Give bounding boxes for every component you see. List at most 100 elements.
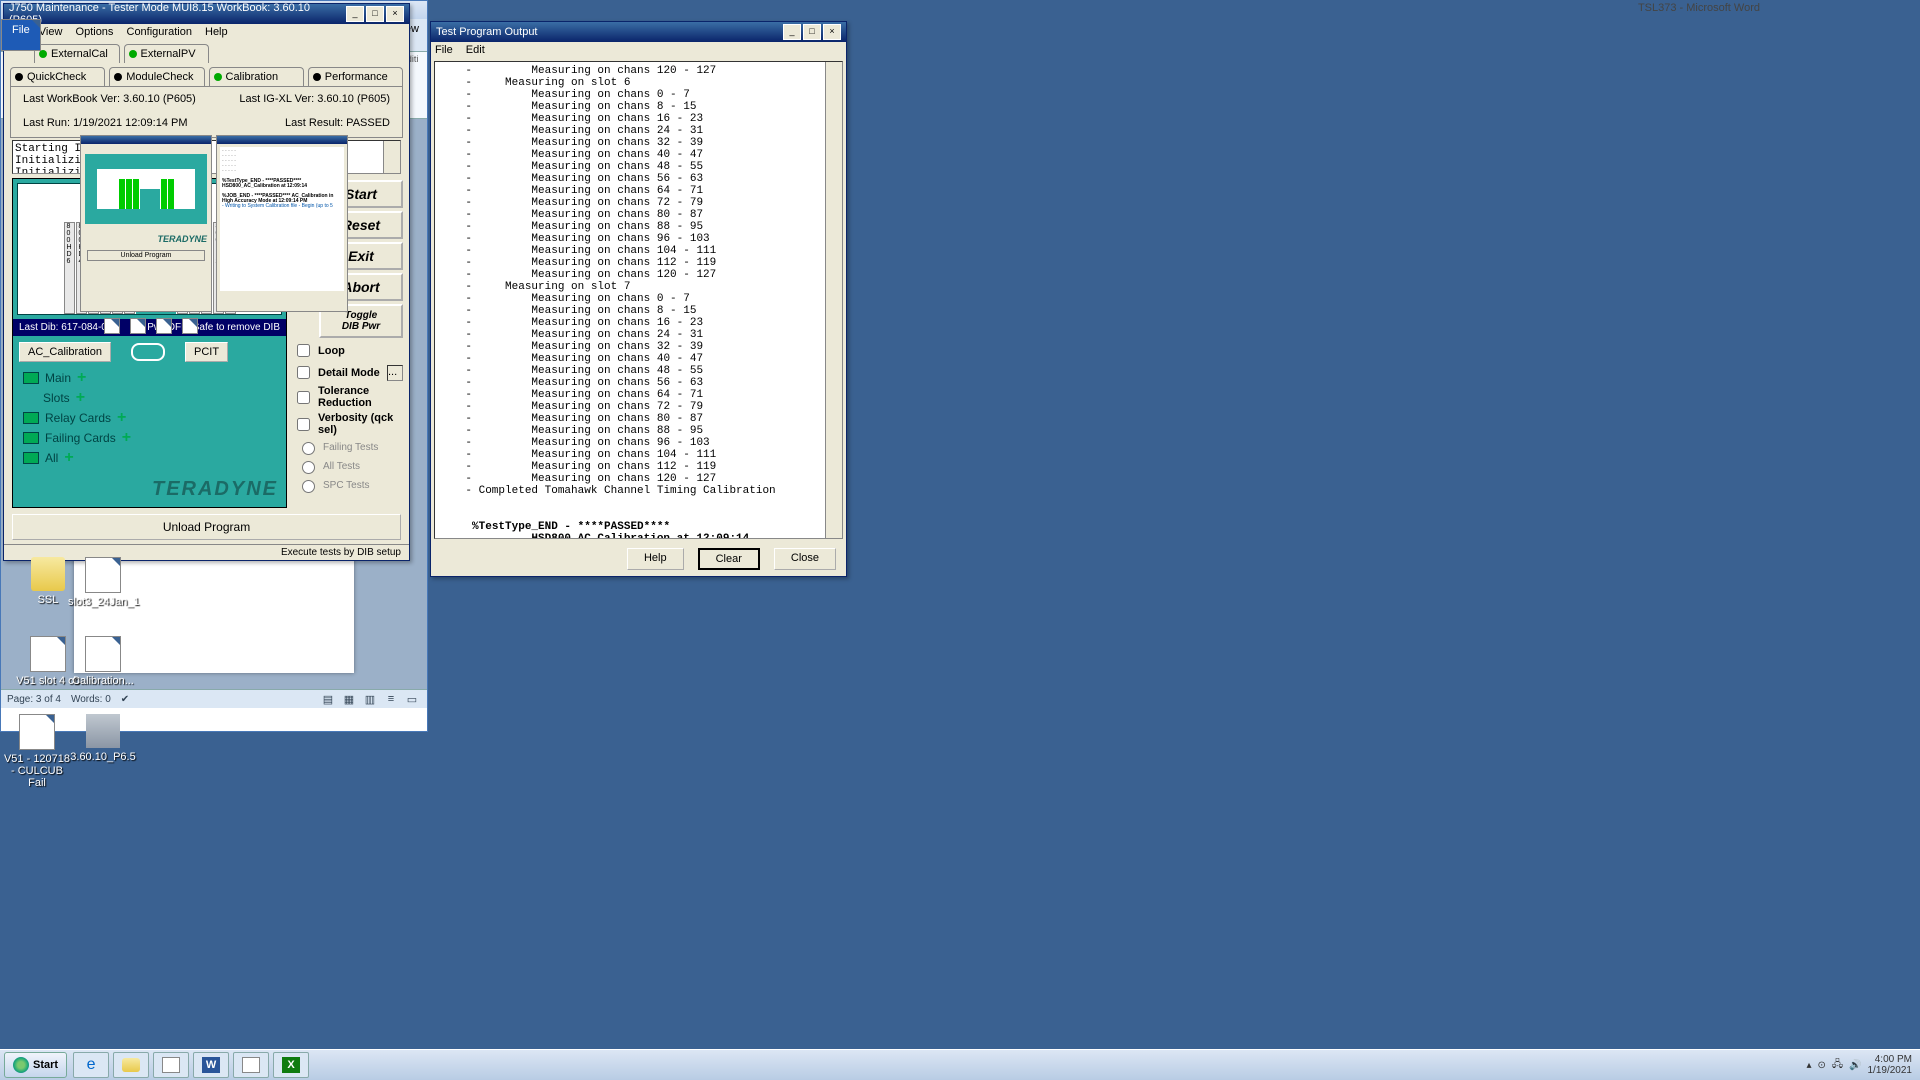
page-status: Page: 3 of 4 [7,694,61,705]
desktop-icon[interactable]: 3.60.10_P6.5 [68,714,138,763]
ie-icon: e [87,1056,96,1074]
radio-all-tests[interactable] [302,461,315,474]
menu-file[interactable]: File [435,44,453,56]
menu-view[interactable]: View [39,26,63,38]
tolerance-checkbox[interactable] [297,391,310,404]
embedded-output-thumb: - - - - -- - - - -- - - - -- - - - -- - … [216,135,348,312]
task-app2[interactable] [233,1052,269,1078]
output-menubar: File Edit [431,42,846,58]
scrollbar-icon[interactable] [825,62,842,538]
icon-label: V51 - 120718 - CULCUB Fail [2,753,72,789]
tab-quickcheck[interactable]: QuickCheck [10,67,105,86]
app-icon [162,1057,180,1073]
vendor-label: TERADYNE [13,478,278,501]
loop-checkbox[interactable] [297,344,310,357]
desktop-icon[interactable]: slot3_24Jan_1 [68,557,138,608]
file-icon [30,636,66,672]
windows-orb-icon [13,1057,29,1073]
print-layout-icon[interactable]: ▤ [319,690,337,708]
tab-performance[interactable]: Performance [308,67,403,86]
icon-label: Calibration... [68,675,138,687]
task-ie[interactable]: e [73,1052,109,1078]
minimize-icon[interactable]: _ [783,24,801,40]
maximize-icon[interactable]: □ [366,6,384,22]
close-icon[interactable]: × [823,24,841,40]
desktop-icon[interactable]: V51 - 120718 - CULCUB Fail [2,714,72,789]
tab-externalcal[interactable]: ExternalCal [34,44,120,63]
maximize-icon[interactable]: □ [803,24,821,40]
web-layout-icon[interactable]: ▥ [361,690,379,708]
outline-icon[interactable]: ≡ [382,690,400,708]
j750-titlebar[interactable]: J750 Maintenance - Tester Mode MUI8.15 W… [4,4,409,24]
file-icon [130,318,146,334]
spell-check-icon[interactable]: ✔ [121,694,129,705]
task-app1[interactable] [153,1052,189,1078]
menu-edit[interactable]: Edit [466,44,485,56]
words-status: Words: 0 [71,694,111,705]
full-screen-icon[interactable]: ▦ [340,690,358,708]
pcit-button[interactable]: PCIT [185,342,228,362]
j750-title: J750 Maintenance - Tester Mode MUI8.15 W… [9,2,346,26]
output-text[interactable]: - Measuring on chans 120 - 127 - Measuri… [434,61,843,539]
output-window: Test Program Output _ □ × File Edit - Me… [430,21,847,577]
network-icon[interactable]: 🖧 [1832,1057,1843,1074]
last-result: Last Result: PASSED [285,117,390,129]
file-icon [85,636,121,672]
scrollbar-icon[interactable] [383,141,400,173]
close-icon[interactable]: × [386,6,404,22]
unload-program-button[interactable]: Unload Program [12,514,401,540]
igxl-ver: Last IG-XL Ver: 3.60.10 (P605) [239,93,390,105]
system-tray: ▴ ⊙ 🖧 🔊 4:00 PM 1/19/2021 [1798,1054,1920,1076]
tab-externalpv[interactable]: ExternalPV [124,44,210,63]
nav-slots[interactable]: Slots+ [23,388,276,408]
file-icon [104,318,120,334]
draft-icon[interactable]: ▭ [403,690,421,708]
clock-date[interactable]: 1/19/2021 [1868,1065,1913,1076]
menu-options[interactable]: Options [76,26,114,38]
help-button[interactable]: Help [627,548,684,570]
output-titlebar[interactable]: Test Program Output _ □ × [431,22,846,42]
file-icon [182,318,198,334]
minimize-icon[interactable]: _ [346,6,364,22]
detail-more-button[interactable]: ... [387,365,403,381]
volume-icon[interactable]: 🔊 [1849,1060,1861,1071]
task-word[interactable]: W [193,1052,229,1078]
task-explorer[interactable] [113,1052,149,1078]
file-icon [19,714,55,750]
output-title: Test Program Output [436,26,538,38]
desktop-icon[interactable]: Calibration... [68,636,138,687]
nav-all[interactable]: All+ [23,448,276,468]
icon-label: 3.60.10_P6.5 [68,751,138,763]
radio-failing-tests[interactable] [302,442,315,455]
clear-button[interactable]: Clear [698,548,760,570]
menu-configuration[interactable]: Configuration [127,26,192,38]
embedded-j750-thumb: TERADYNE Unload Program [80,135,212,312]
tray-expand-icon[interactable]: ▴ [1806,1060,1811,1071]
nav-main[interactable]: Main+ [23,368,276,388]
folder-icon [31,557,65,591]
j750-menubar: File View Options Configuration Help [4,24,409,40]
tab-modulecheck[interactable]: ModuleCheck [109,67,204,86]
last-run: Last Run: 1/19/2021 12:09:14 PM [23,117,188,129]
menu-help[interactable]: Help [205,26,228,38]
icon-label: slot3_24Jan_1 [68,596,138,608]
file-icon [156,318,172,334]
tab-calibration[interactable]: Calibration [209,67,304,86]
tray-icon[interactable]: ⊙ [1818,1060,1826,1071]
word-title: TSL373 - Microsoft Word [1638,2,1760,14]
ac-calibration-button[interactable]: AC_Calibration [19,342,111,362]
close-button[interactable]: Close [774,548,836,570]
radio-spc-tests[interactable] [302,480,315,493]
wb-ver: Last WorkBook Ver: 3.60.10 (P605) [23,93,196,105]
verbosity-checkbox[interactable] [297,418,310,431]
nav-relay-cards[interactable]: Relay Cards+ [23,408,276,428]
clock-time[interactable]: 4:00 PM [1868,1054,1913,1065]
task-excel[interactable]: X [273,1052,309,1078]
tab-file[interactable]: File [1,19,41,51]
taskbar: Start e W X ▴ ⊙ 🖧 🔊 4:00 PM 1/19/2021 [0,1049,1920,1080]
last-dib: Last Dib: 617-084-01 [19,322,112,333]
start-button[interactable]: Start [4,1052,67,1078]
nav-failing-cards[interactable]: Failing Cards+ [23,428,276,448]
detail-checkbox[interactable] [297,366,310,379]
app-icon [242,1057,260,1073]
